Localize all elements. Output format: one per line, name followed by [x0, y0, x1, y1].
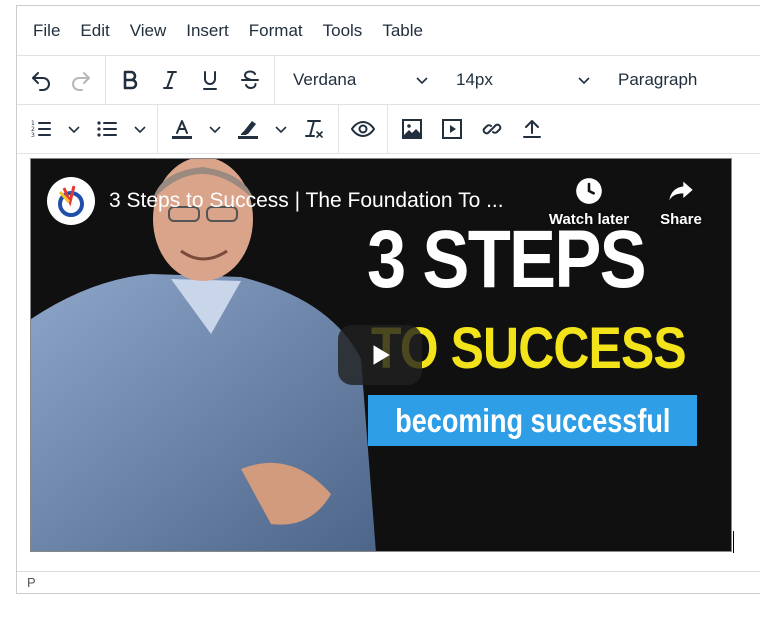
link-icon [482, 123, 502, 135]
undo-button[interactable] [21, 61, 61, 99]
numbered-list-button[interactable]: 123 [21, 110, 61, 148]
font-family-select[interactable]: Verdana [279, 61, 442, 99]
chevron-down-icon [134, 126, 146, 134]
bold-icon [123, 70, 138, 90]
element-path[interactable]: P [27, 575, 36, 590]
media-icon [442, 119, 462, 139]
italic-button[interactable] [150, 61, 190, 99]
underline-button[interactable] [190, 61, 230, 99]
toolbar-row-2: 123 [17, 105, 760, 154]
thumbnail-banner-text: becoming successful [394, 401, 671, 439]
clear-formatting-icon [305, 120, 323, 138]
channel-logo[interactable] [47, 177, 95, 225]
preview-icon [351, 120, 375, 138]
play-button[interactable] [338, 325, 422, 385]
rich-text-editor: File Edit View Insert Format Tools Table [16, 5, 760, 594]
share-button[interactable]: Share [636, 177, 726, 228]
redo-icon [72, 72, 90, 91]
share-icon [669, 181, 693, 201]
redo-button[interactable] [61, 61, 101, 99]
menu-file[interactable]: File [23, 6, 70, 55]
clock-icon [576, 178, 602, 204]
play-icon [373, 345, 390, 365]
text-color-dropdown[interactable] [202, 110, 228, 148]
insert-group [388, 105, 556, 153]
image-icon [402, 119, 422, 139]
text-cursor [733, 531, 734, 553]
editor-content[interactable]: 3 Steps to Success | The Foundation To .… [17, 153, 760, 571]
clear-formatting-button[interactable] [294, 110, 334, 148]
bullet-list-button[interactable] [87, 110, 127, 148]
thumbnail-banner: becoming successful [368, 395, 697, 446]
bullet-list-dropdown[interactable] [127, 110, 153, 148]
insert-media-button[interactable] [432, 110, 472, 148]
chevron-down-icon [578, 77, 590, 85]
bullet-list-icon [97, 121, 117, 137]
toolbar-row-1: Verdana 14px Paragraph [17, 56, 760, 105]
svg-text:3: 3 [31, 132, 35, 139]
channel-logo-icon [58, 185, 84, 217]
insert-image-button[interactable] [392, 110, 432, 148]
italic-icon [163, 71, 177, 89]
chevron-down-icon [416, 77, 428, 85]
format-select-group: Verdana 14px Paragraph [275, 56, 716, 104]
block-format-select[interactable]: Paragraph [604, 61, 712, 99]
menu-insert[interactable]: Insert [176, 6, 239, 55]
font-size-value: 14px [456, 70, 493, 89]
menubar: File Edit View Insert Format Tools Table [17, 6, 760, 56]
color-group [158, 105, 339, 153]
block-format-value: Paragraph [618, 70, 698, 89]
statusbar: P [17, 571, 760, 593]
bold-button[interactable] [110, 61, 150, 99]
highlight-dropdown[interactable] [268, 110, 294, 148]
list-group: 123 [17, 105, 158, 153]
menu-view[interactable]: View [120, 6, 177, 55]
upload-button[interactable] [512, 110, 552, 148]
video-title[interactable]: 3 Steps to Success | The Foundation To .… [109, 189, 504, 213]
text-color-icon [172, 120, 192, 139]
font-size-select[interactable]: 14px [442, 61, 604, 99]
underline-icon [203, 71, 217, 90]
strikethrough-icon [241, 70, 259, 90]
upload-icon [523, 120, 541, 138]
text-style-group [106, 56, 275, 104]
chevron-down-icon [68, 126, 80, 134]
menu-format[interactable]: Format [239, 6, 313, 55]
chevron-down-icon [209, 126, 221, 134]
preview-group [339, 105, 388, 153]
menu-table[interactable]: Table [372, 6, 433, 55]
numbered-list-icon: 123 [31, 120, 51, 139]
chevron-down-icon [275, 126, 287, 134]
strikethrough-button[interactable] [230, 61, 270, 99]
embedded-video[interactable]: 3 Steps to Success | The Foundation To .… [30, 158, 732, 552]
undo-icon [32, 72, 50, 91]
menu-tools[interactable]: Tools [313, 6, 373, 55]
text-color-button[interactable] [162, 110, 202, 148]
history-group [17, 56, 106, 104]
insert-link-button[interactable] [472, 110, 512, 148]
preview-button[interactable] [343, 110, 383, 148]
highlight-button[interactable] [228, 110, 268, 148]
font-family-value: Verdana [293, 70, 357, 89]
menu-edit[interactable]: Edit [70, 6, 119, 55]
numbered-list-dropdown[interactable] [61, 110, 87, 148]
thumbnail-heading: 3 STEPS [367, 214, 647, 305]
highlight-icon [238, 121, 258, 139]
share-label: Share [660, 211, 702, 228]
